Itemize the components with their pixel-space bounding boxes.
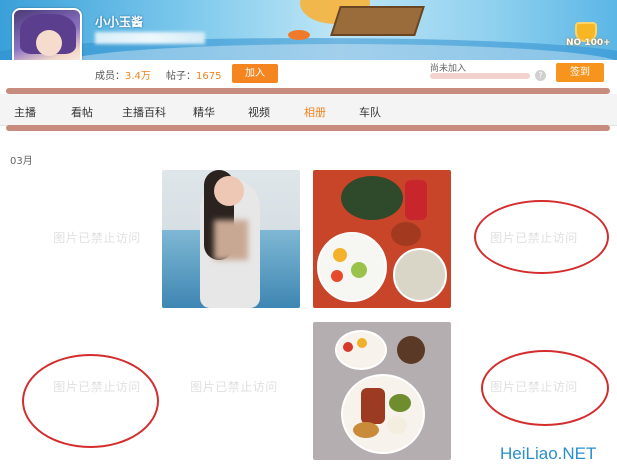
signin-button[interactable]: 签到 xyxy=(556,63,604,82)
photo-sausage xyxy=(361,388,385,424)
help-icon[interactable]: ? xyxy=(535,70,546,81)
stats-row: 成员：3.4万 帖子：1675 xyxy=(0,60,617,84)
tab-streamer[interactable]: 主播 xyxy=(14,104,36,120)
photo-veggie xyxy=(389,394,411,412)
tab-album[interactable]: 相册 xyxy=(304,104,326,120)
photo-egg xyxy=(387,416,407,434)
photo-tomato xyxy=(357,338,367,348)
nav-divider-bottom xyxy=(6,125,610,131)
tab-video[interactable]: 视频 xyxy=(248,104,270,120)
photo-potato xyxy=(353,422,379,438)
join-button[interactable]: 加入 xyxy=(232,64,278,83)
photo-plate xyxy=(393,248,447,302)
album-photo-blocked[interactable]: 图片已禁止访问 xyxy=(28,168,166,306)
tab-featured[interactable]: 精华 xyxy=(193,104,215,120)
tab-nav: 主播 看帖 主播百科 精华 视频 相册 车队 xyxy=(0,94,617,126)
tab-wiki[interactable]: 主播百科 xyxy=(122,104,166,120)
members-label: 成员： xyxy=(95,71,125,82)
tab-posts[interactable]: 看帖 xyxy=(71,104,93,120)
photo-fruit xyxy=(331,270,343,282)
photo-tomato xyxy=(343,342,353,352)
photo-cup xyxy=(397,336,425,364)
rank-text: NO 100+ xyxy=(566,38,611,48)
banner-fish xyxy=(288,30,310,40)
month-heading: 03月 xyxy=(10,156,33,167)
photo-bowl xyxy=(391,222,421,246)
tab-team[interactable]: 车队 xyxy=(359,104,381,120)
photo-can xyxy=(405,180,427,220)
watermark: HeiLiao.NET xyxy=(500,444,597,463)
photo-face xyxy=(214,176,244,206)
annotation-ring xyxy=(481,350,609,426)
banner-boat xyxy=(330,6,425,36)
posts-value: 1675 xyxy=(196,71,222,82)
blocked-text: 图片已禁止访问 xyxy=(190,379,278,394)
annotation-ring xyxy=(22,354,159,448)
photo-fruit xyxy=(351,262,367,278)
photo-plate xyxy=(335,330,387,370)
annotation-ring xyxy=(474,200,609,274)
album-photo[interactable] xyxy=(162,170,300,308)
album-photo[interactable] xyxy=(313,322,451,460)
photo-fruit xyxy=(333,248,347,262)
posts-label: 帖子： xyxy=(166,71,196,82)
photo-mosaic xyxy=(214,220,248,260)
posts-count: 帖子：1675 xyxy=(166,67,221,82)
album-photo[interactable] xyxy=(313,170,451,308)
rank-badge: NO 100+ xyxy=(566,22,611,52)
members-count: 成员：3.4万 xyxy=(95,67,151,82)
album-photo-blocked[interactable]: 图片已禁止访问 xyxy=(165,317,303,455)
avatar-face xyxy=(36,30,62,56)
blurred-room-id xyxy=(95,32,205,44)
blocked-text: 图片已禁止访问 xyxy=(53,230,141,245)
members-value: 3.4万 xyxy=(125,71,151,82)
level-progress xyxy=(430,73,530,79)
room-banner: 小小玉酱 NO 100+ xyxy=(0,0,617,60)
photo-pot xyxy=(341,176,403,220)
room-name: 小小玉酱 xyxy=(95,15,144,29)
